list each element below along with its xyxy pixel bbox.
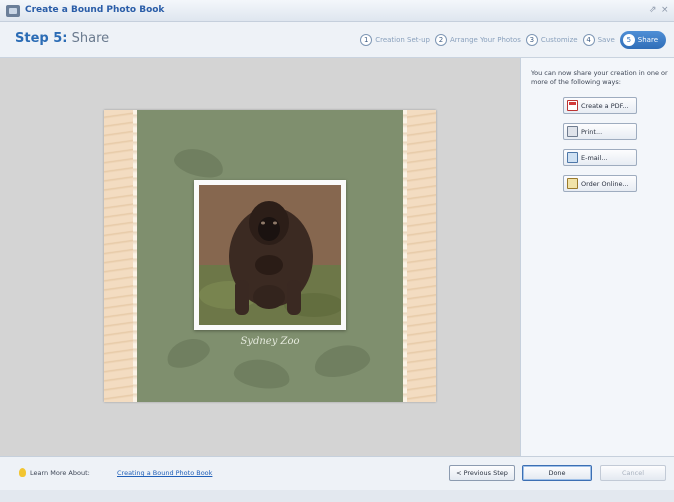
order-online-button[interactable]: Order Online...	[563, 175, 637, 192]
window-title: Create a Bound Photo Book	[25, 5, 165, 15]
step-indicator: 1 Creation Set-up 2 Arrange Your Photos …	[355, 31, 666, 49]
leaf-decoration	[171, 143, 227, 183]
step-number-badge: 4	[582, 34, 595, 46]
button-label: Order Online...	[581, 179, 629, 188]
step-number-badge: 5	[622, 34, 635, 46]
leaf-decoration	[232, 356, 292, 392]
preview-canvas: Sydney Zoo	[0, 58, 520, 456]
step-label: Arrange Your Photos	[449, 36, 521, 44]
cancel-button[interactable]: Cancel	[600, 465, 666, 481]
wizard-footer: Learn More About: Creating a Bound Photo…	[0, 456, 674, 490]
button-label: Print...	[581, 127, 603, 136]
photo-frame[interactable]	[194, 180, 346, 330]
step-title: Step 5: Share	[15, 31, 109, 46]
learn-more-label: Learn More About:	[30, 469, 90, 477]
lightbulb-icon	[19, 468, 26, 477]
done-button[interactable]: Done	[522, 465, 592, 481]
step-save[interactable]: 4 Save	[582, 31, 615, 49]
pdf-icon	[567, 100, 578, 111]
wizard-header: Step 5: Share 1 Creation Set-up 2 Arrang…	[0, 22, 674, 58]
step-creation-setup[interactable]: 1 Creation Set-up	[360, 31, 430, 49]
gorilla-image	[199, 185, 341, 325]
button-label: Create a PDF...	[581, 101, 629, 110]
gorilla-photo	[199, 185, 341, 325]
step-label: Customize	[540, 36, 578, 44]
share-instructions: You can now share your creation in one o…	[531, 69, 668, 86]
step-arrange-photos[interactable]: 2 Arrange Your Photos	[434, 31, 521, 49]
printer-icon	[567, 126, 578, 137]
app-icon	[6, 5, 20, 17]
step-number-badge: 1	[360, 34, 373, 46]
share-panel: You can now share your creation in one o…	[520, 58, 674, 456]
photo-book-page: Sydney Zoo	[104, 110, 436, 402]
decorative-script-strip-right	[403, 110, 436, 402]
photo-caption[interactable]: Sydney Zoo	[104, 336, 436, 347]
title-bar: Create a Bound Photo Book ⇗ ×	[0, 0, 674, 22]
previous-step-button[interactable]: < Previous Step	[449, 465, 515, 481]
order-online-icon	[567, 178, 578, 189]
step-label: Creation Set-up	[375, 36, 430, 44]
window-bottom-edge	[0, 490, 674, 502]
step-name: Share	[71, 31, 110, 46]
email-button[interactable]: E-mail...	[563, 149, 637, 166]
create-pdf-button[interactable]: Create a PDF...	[563, 97, 637, 114]
learn-more-link[interactable]: Creating a Bound Photo Book	[117, 469, 212, 477]
step-number: Step 5:	[15, 31, 68, 46]
decorative-script-strip-left	[104, 110, 137, 402]
restore-icon[interactable]: ⇗	[649, 5, 657, 15]
button-label: E-mail...	[581, 153, 608, 162]
step-number-badge: 2	[434, 34, 447, 46]
close-icon[interactable]: ×	[661, 5, 669, 15]
step-number-badge: 3	[525, 34, 538, 46]
step-share[interactable]: 5 Share	[619, 31, 666, 49]
email-icon	[567, 152, 578, 163]
step-customize[interactable]: 3 Customize	[525, 31, 578, 49]
step-label: Save	[597, 36, 615, 44]
print-button[interactable]: Print...	[563, 123, 637, 140]
step-label: Share	[637, 36, 658, 44]
